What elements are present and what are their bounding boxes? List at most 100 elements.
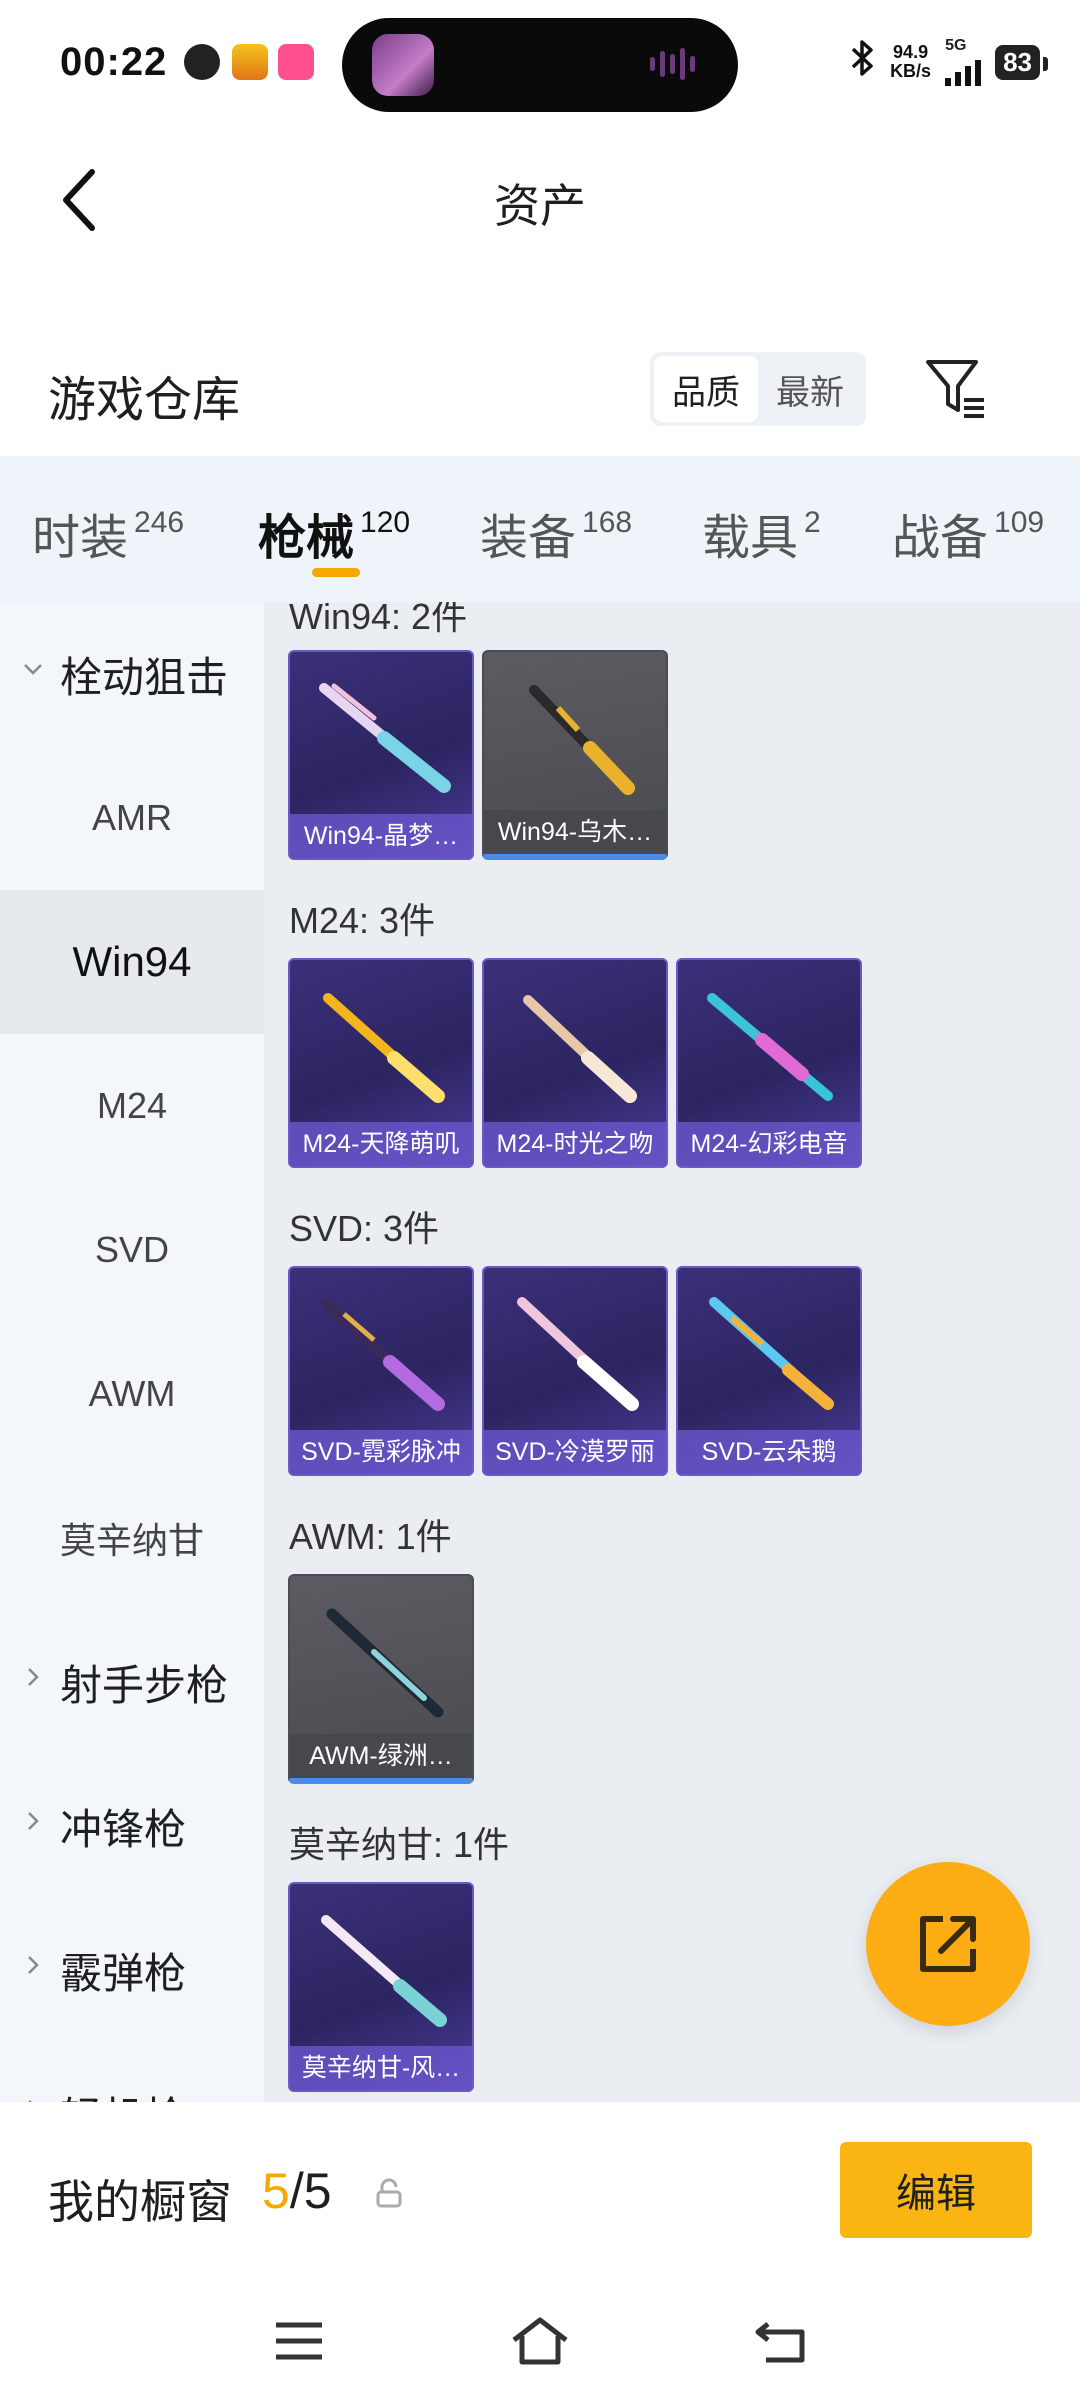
weapon-card-label: M24-时光之吻 <box>484 1122 666 1166</box>
rifle-icon <box>529 685 635 795</box>
showcase-current: 5 <box>262 2163 290 2219</box>
sidebar-item-label: 栓动狙击 <box>60 653 229 701</box>
tab-label: 时装 <box>32 512 129 565</box>
weapon-card[interactable]: M24-时光之吻 <box>482 958 668 1168</box>
sidebar-item-label: 冲锋枪 <box>60 1805 187 1853</box>
sort-toggle: 品质 最新 <box>650 352 866 426</box>
sidebar-group-dmr[interactable]: 射手步枪 <box>0 1610 264 1754</box>
filter-icon <box>926 360 984 418</box>
home-icon <box>512 2317 568 2365</box>
section-title-awm: AWM: 1件 <box>289 1516 452 1557</box>
weapon-card[interactable]: M24-幻彩电音 <box>676 958 862 1168</box>
section-title-mosin: 莫辛纳甘: 1件 <box>289 1824 510 1865</box>
active-tab-indicator <box>312 568 360 577</box>
album-art-icon <box>372 34 434 96</box>
section-title-win94: Win94: 2件 <box>289 602 468 637</box>
category-tabs: 时装 246 枪械 120 装备 168 载具 2 战备 109 <box>0 456 1080 602</box>
weapon-card[interactable]: SVD-霓彩脉冲 <box>288 1266 474 1476</box>
tab-label: 装备 <box>480 512 577 565</box>
sidebar-item-m24[interactable]: M24 <box>0 1034 264 1178</box>
rifle-icon <box>326 1608 444 1718</box>
warehouse-header: 游戏仓库 品质 最新 <box>0 340 1080 450</box>
back-nav-icon <box>755 2322 805 2363</box>
showcase-total: 5 <box>303 2163 332 2219</box>
sidebar-item-label: 射手步枪 <box>60 1661 229 1709</box>
network-speed-unit: KB/s <box>890 61 932 81</box>
tab-fashion[interactable]: 时装 246 <box>32 498 184 568</box>
sidebar-item-mosin[interactable]: 莫辛纳甘 <box>0 1466 264 1610</box>
weapon-card-label: SVD-云朵鹅 <box>678 1430 860 1474</box>
nav-menu-button[interactable] <box>264 2306 334 2376</box>
lock-icon <box>376 2178 402 2208</box>
showcase-count: 5/5 <box>262 2163 332 2219</box>
rifle-icon <box>523 995 637 1103</box>
chevron-right-icon <box>28 1812 39 1830</box>
weapon-card-label: Win94-晶梦… <box>290 814 472 858</box>
showcase-title: 我的橱窗 <box>48 2176 232 2228</box>
sidebar-item-label: 霰弹枪 <box>60 1949 187 1997</box>
globe-notification-icon <box>184 44 220 80</box>
share-fab-button[interactable] <box>866 1862 1030 2026</box>
app-notification-icon <box>278 44 314 80</box>
weapon-card-label: AWM-绿洲… <box>290 1734 472 1778</box>
sort-newest-option[interactable]: 最新 <box>758 356 862 422</box>
weapon-card[interactable]: Win94-乌木… <box>482 650 668 860</box>
chevron-down-icon <box>24 664 42 675</box>
audio-wave-icon <box>650 48 710 82</box>
network-type: 5G <box>945 37 967 54</box>
weapon-card[interactable]: 莫辛纳甘-风… <box>288 1882 474 2092</box>
tab-count: 246 <box>134 506 185 539</box>
weapon-card[interactable]: SVD-冷漠罗丽 <box>482 1266 668 1476</box>
tab-count: 168 <box>582 506 633 539</box>
tab-label: 战备 <box>892 512 989 565</box>
rifle-icon <box>321 1915 447 2027</box>
game-app-notification-icon <box>232 44 268 80</box>
status-time: 00:22 <box>60 40 168 84</box>
weapon-card[interactable]: AWM-绿洲… <box>288 1574 474 1784</box>
sidebar-group-lmg[interactable]: 轻机枪 <box>0 2042 264 2102</box>
signal-bars-icon <box>945 54 982 86</box>
sidebar-item-win94[interactable]: Win94 <box>0 890 264 1034</box>
rifle-icon <box>319 683 451 793</box>
bluetooth-icon <box>850 39 876 86</box>
edit-showcase-button[interactable]: 编辑 <box>840 2142 1032 2238</box>
weapon-card-label: M24-幻彩电音 <box>678 1122 860 1166</box>
rifle-icon <box>709 1297 834 1410</box>
showcase-bar: 我的橱窗 5/5 编辑 <box>0 2102 1080 2282</box>
chevron-right-icon <box>28 1956 39 1974</box>
filter-button[interactable] <box>922 354 992 424</box>
weapon-card[interactable]: Win94-晶梦… <box>288 650 474 860</box>
tab-label: 枪械 <box>258 512 355 565</box>
tab-count: 2 <box>804 506 821 539</box>
weapon-category-sidebar: 栓动狙击 AMR Win94 M24 SVD AWM 莫辛纳甘 射手步枪 冲锋枪… <box>0 602 264 2102</box>
sort-quality-option[interactable]: 品质 <box>654 356 758 422</box>
rifle-icon <box>707 993 833 1101</box>
sidebar-item-svd[interactable]: SVD <box>0 1178 264 1322</box>
dynamic-island-media[interactable] <box>342 18 738 112</box>
nav-home-button[interactable] <box>505 2306 575 2376</box>
sidebar-group-shotgun[interactable]: 霰弹枪 <box>0 1898 264 2042</box>
rifle-icon <box>517 1297 639 1411</box>
weapon-card-label: M24-天降萌叽 <box>290 1122 472 1166</box>
rifle-icon <box>321 1299 445 1411</box>
external-share-icon <box>920 1916 976 1972</box>
rifle-icon <box>323 993 445 1103</box>
section-title-m24: M24: 3件 <box>289 900 436 941</box>
weapon-card-label: Win94-乌木… <box>484 810 666 854</box>
tab-weapons[interactable]: 枪械 120 <box>258 498 410 568</box>
cellular-signal: 5G <box>945 37 982 86</box>
sidebar-group-smg[interactable]: 冲锋枪 <box>0 1754 264 1898</box>
tab-vehicles[interactable]: 载具 2 <box>702 498 821 568</box>
nav-back-button[interactable] <box>746 2306 816 2376</box>
sidebar-group-bolt-action[interactable]: 栓动狙击 <box>0 602 264 746</box>
tab-supplies[interactable]: 战备 109 <box>892 498 1044 568</box>
sidebar-item-amr[interactable]: AMR <box>0 746 264 890</box>
tab-equipment[interactable]: 装备 168 <box>480 498 632 568</box>
system-nav-bar <box>0 2282 1080 2400</box>
weapon-card-label: SVD-冷漠罗丽 <box>484 1430 666 1474</box>
sidebar-item-awm[interactable]: AWM <box>0 1322 264 1466</box>
tab-count: 109 <box>994 506 1045 539</box>
weapon-card[interactable]: SVD-云朵鹅 <box>676 1266 862 1476</box>
weapon-card[interactable]: M24-天降萌叽 <box>288 958 474 1168</box>
page-title: 资产 <box>494 180 586 232</box>
